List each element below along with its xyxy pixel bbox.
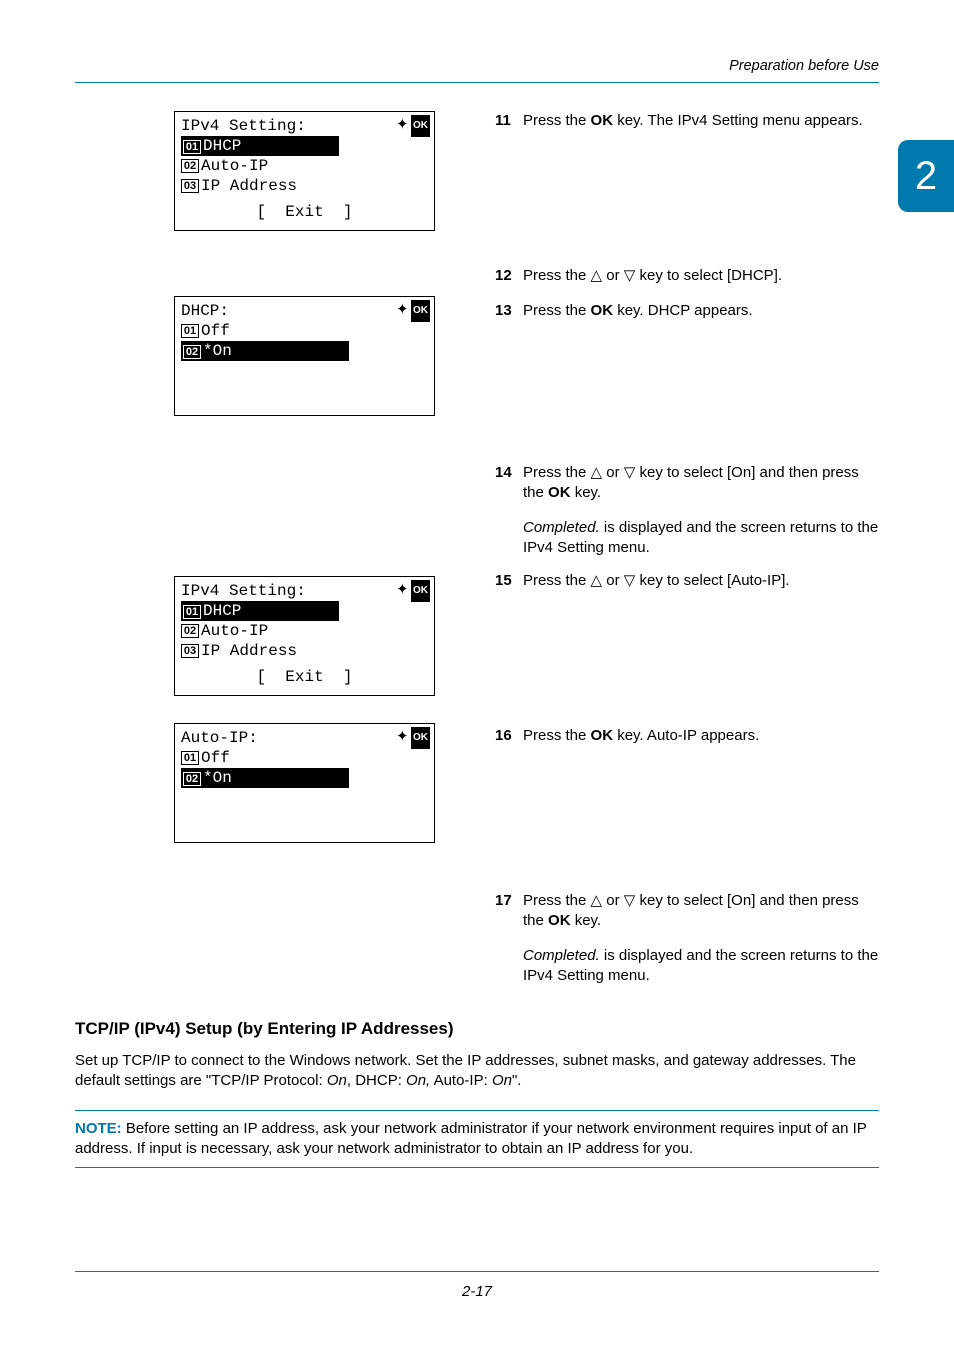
page: Preparation before Use 2 IPv4 Setting: ✦…: [0, 0, 954, 1350]
step-11-number: 11: [495, 111, 523, 131]
step-12-body: Press the or key to select [DHCP].: [523, 266, 879, 286]
lcd3-row1-highlight: 01DHCP: [181, 601, 339, 621]
triangle-down-icon: [624, 267, 636, 284]
lcd-auto-ip: Auto-IP: ✦ OK 01Off 02*On: [174, 723, 435, 843]
step-13-body: Press the OK key. DHCP appears.: [523, 301, 879, 321]
note-block: NOTE: Before setting an IP address, ask …: [75, 1110, 879, 1169]
header-section-title: Preparation before Use: [75, 58, 879, 74]
lcd4-row2-highlight: 02*On: [181, 768, 349, 788]
lcd4-title: Auto-IP:: [181, 728, 396, 748]
step-15-body: Press the or key to select [Auto-IP].: [523, 571, 879, 591]
lcd2-row1-num: 01: [181, 324, 199, 338]
lcd3-row2: Auto-IP: [201, 621, 268, 641]
step-12-number: 12: [495, 266, 523, 286]
lcd1-row2-num: 02: [181, 159, 199, 173]
lcd4-row1: Off: [201, 748, 230, 768]
step-16-body: Press the OK key. Auto-IP appears.: [523, 726, 879, 746]
page-number: 2-17: [0, 1283, 954, 1300]
lcd2-title: DHCP:: [181, 301, 396, 321]
triangle-up-icon: [591, 267, 603, 284]
triangle-up-icon: [591, 572, 603, 589]
lcd1-row3-num: 03: [181, 179, 199, 193]
lcd2-row1: Off: [201, 321, 230, 341]
lcd3-row3: IP Address: [201, 641, 297, 661]
lcd3-row2-num: 02: [181, 624, 199, 638]
running-header: Preparation before Use: [75, 58, 879, 83]
section-body: Set up TCP/IP to connect to the Windows …: [75, 1051, 879, 1092]
note-label: NOTE:: [75, 1120, 122, 1137]
lcd3-title: IPv4 Setting:: [181, 581, 396, 601]
step-14-body: Press the or key to select [On] and then…: [523, 463, 879, 558]
step-17-number: 17: [495, 891, 523, 986]
step-13-number: 13: [495, 301, 523, 321]
step-14: 14 Press the or key to select [On] and t…: [495, 463, 879, 558]
step-17: 17 Press the or key to select [On] and t…: [495, 891, 879, 986]
lcd1-exit: [ Exit ]: [256, 196, 352, 228]
chapter-tab: 2: [898, 140, 954, 212]
lcd1-title: IPv4 Setting:: [181, 116, 396, 136]
step-15: 15 Press the or key to select [Auto-IP].: [495, 571, 879, 591]
lcd-dhcp: DHCP: ✦ OK 01Off 02*On: [174, 296, 435, 416]
step-13: 13 Press the OK key. DHCP appears.: [495, 301, 879, 321]
section-block: TCP/IP (IPv4) Setup (by Entering IP Addr…: [75, 1019, 879, 1168]
lcd-ipv4-setting-2: IPv4 Setting: ✦ OK 01DHCP 02Auto-IP 03IP…: [174, 576, 435, 696]
triangle-up-icon: [591, 892, 603, 909]
triangle-down-icon: [624, 892, 636, 909]
note-text: Before setting an IP address, ask your n…: [75, 1120, 867, 1157]
step-12: 12 Press the or key to select [DHCP].: [495, 266, 879, 286]
lcd3-exit: [ Exit ]: [256, 661, 352, 693]
content-area: IPv4 Setting: ✦ OK 01DHCP 02Auto-IP 03IP…: [75, 111, 879, 1131]
lcd2-row2-highlight: 02*On: [181, 341, 349, 361]
lcd1-row1-highlight: 01DHCP: [181, 136, 339, 156]
nav-ok-icon: ✦ OK: [396, 580, 428, 602]
nav-ok-icon: ✦ OK: [396, 115, 428, 137]
lcd-ipv4-setting-1: IPv4 Setting: ✦ OK 01DHCP 02Auto-IP 03IP…: [174, 111, 435, 231]
lcd3-row3-num: 03: [181, 644, 199, 658]
step-16: 16 Press the OK key. Auto-IP appears.: [495, 726, 879, 746]
lcd1-row2: Auto-IP: [201, 156, 268, 176]
header-rule: [75, 82, 879, 83]
triangle-down-icon: [624, 464, 636, 481]
step-14-number: 14: [495, 463, 523, 558]
footer-rule: [75, 1271, 879, 1272]
triangle-down-icon: [624, 572, 636, 589]
lcd1-row3: IP Address: [201, 176, 297, 196]
nav-ok-icon: ✦ OK: [396, 727, 428, 749]
step-15-number: 15: [495, 571, 523, 591]
section-heading: TCP/IP (IPv4) Setup (by Entering IP Addr…: [75, 1019, 879, 1039]
step-17-body: Press the or key to select [On] and then…: [523, 891, 879, 986]
step-11: 11 Press the OK key. The IPv4 Setting me…: [495, 111, 879, 131]
nav-ok-icon: ✦ OK: [396, 300, 428, 322]
triangle-up-icon: [591, 464, 603, 481]
step-11-body: Press the OK key. The IPv4 Setting menu …: [523, 111, 879, 131]
lcd4-row1-num: 01: [181, 751, 199, 765]
step-16-number: 16: [495, 726, 523, 746]
